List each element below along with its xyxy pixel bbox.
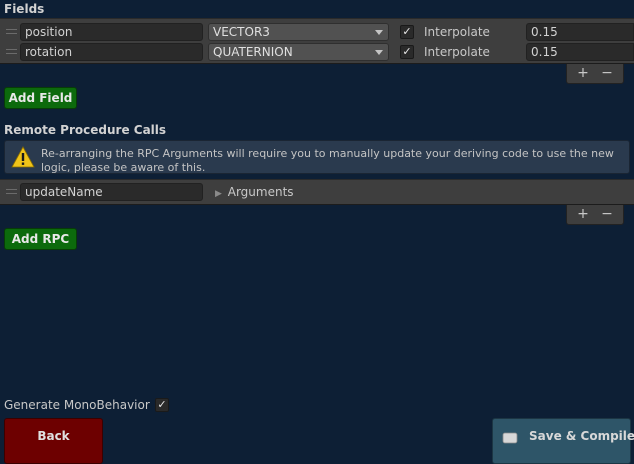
- rpc-list-footer: + −: [566, 205, 624, 225]
- interpolate-label: Interpolate: [424, 25, 490, 39]
- rpc-name-input[interactable]: updateName: [20, 183, 203, 201]
- rpc-title: Remote Procedure Calls: [4, 123, 167, 137]
- interpolate-checkbox[interactable]: ✓: [400, 45, 414, 59]
- dropdown-caret-icon: [375, 30, 383, 35]
- save-compile-button[interactable]: Save & Compile: [492, 418, 634, 464]
- field-row: position VECTOR3 ✓ Interpolate 0.15: [0, 22, 634, 43]
- save-compile-label: Save & Compile: [529, 429, 634, 443]
- fields-list: position VECTOR3 ✓ Interpolate 0.15 rota…: [0, 18, 634, 64]
- fields-list-footer: + −: [566, 64, 624, 84]
- dropdown-caret-icon: [375, 50, 383, 55]
- drag-handle-icon[interactable]: [6, 49, 17, 54]
- interpolate-checkbox[interactable]: ✓: [400, 25, 414, 39]
- remove-field-minus-button[interactable]: −: [597, 64, 617, 82]
- rpc-warning-text: Re-arranging the RPC Arguments will requ…: [41, 147, 614, 174]
- drag-handle-icon[interactable]: [6, 189, 17, 194]
- add-field-plus-button[interactable]: +: [573, 64, 593, 82]
- interpolate-value-input[interactable]: 0.15: [526, 23, 634, 41]
- rpc-row: updateName ▶ Arguments: [0, 182, 634, 203]
- generate-monobehavior-checkbox[interactable]: ✓: [155, 398, 169, 412]
- arguments-foldout[interactable]: ▶ Arguments: [215, 185, 294, 201]
- field-name-input[interactable]: position: [20, 23, 203, 41]
- field-type-value: QUATERNION: [213, 45, 293, 59]
- field-row: rotation QUATERNION ✓ Interpolate 0.15: [0, 42, 634, 63]
- add-field-button[interactable]: Add Field: [4, 87, 77, 109]
- compile-icon: [502, 432, 518, 444]
- drag-handle-icon[interactable]: [6, 29, 17, 34]
- field-name-input[interactable]: rotation: [20, 43, 203, 61]
- interpolate-label: Interpolate: [424, 45, 490, 59]
- add-rpc-plus-button[interactable]: +: [573, 205, 593, 223]
- rpc-warning-box: Re-arranging the RPC Arguments will requ…: [4, 140, 630, 174]
- back-button[interactable]: Back: [4, 418, 103, 464]
- add-rpc-button[interactable]: Add RPC: [4, 228, 77, 250]
- remove-rpc-minus-button[interactable]: −: [597, 205, 617, 223]
- generate-monobehavior-label: Generate MonoBehavior: [4, 398, 150, 412]
- interpolate-value-input[interactable]: 0.15: [526, 43, 634, 61]
- field-type-dropdown[interactable]: QUATERNION: [208, 43, 389, 61]
- warning-icon: [11, 146, 35, 168]
- foldout-arrow-icon: ▶: [215, 189, 222, 199]
- fields-title: Fields: [4, 2, 45, 16]
- back-button-label: Back: [37, 429, 70, 443]
- field-type-dropdown[interactable]: VECTOR3: [208, 23, 389, 41]
- arguments-label: Arguments: [227, 185, 294, 199]
- rpc-list: updateName ▶ Arguments: [0, 179, 634, 205]
- field-type-value: VECTOR3: [213, 25, 270, 39]
